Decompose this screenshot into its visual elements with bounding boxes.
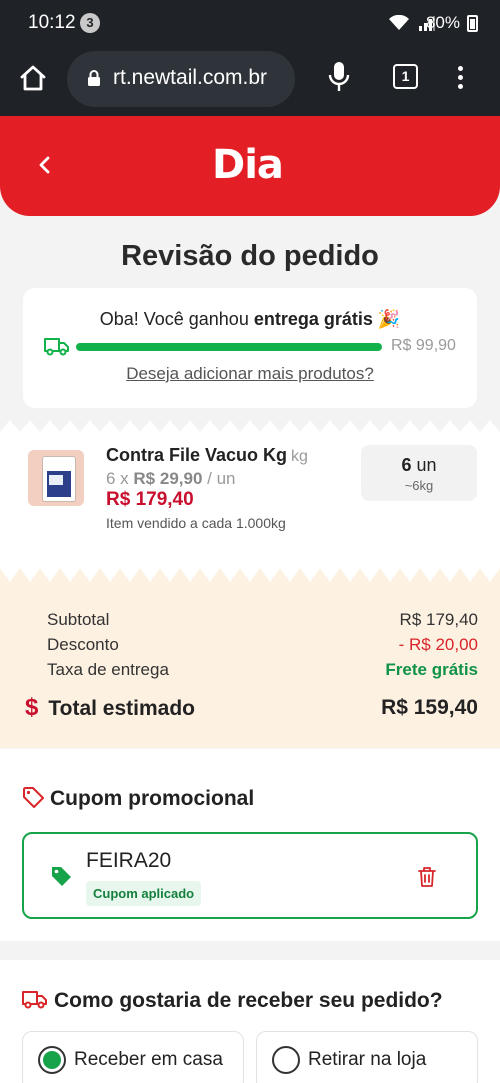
quantity-unit: un [411, 455, 437, 475]
add-more-products-link[interactable]: Deseja adicionar mais produtos? [23, 364, 477, 384]
app-header: Dia [0, 116, 500, 216]
coupon-section-title: Cupom promocional [22, 786, 254, 811]
product-sale-note: Item vendido a cada 1.000kg [106, 515, 286, 531]
product-image [28, 450, 84, 506]
tag-outline-icon [23, 787, 44, 808]
discount-value: - R$ 20,00 [398, 635, 478, 654]
battery-percent: 80% [425, 13, 460, 32]
applied-coupon-card: FEIRA20 Cupom aplicado [22, 832, 478, 919]
coupon-code: FEIRA20 [86, 849, 172, 872]
browser-toolbar: rt.newtail.com.br 1 [0, 46, 500, 116]
discount-label: Desconto [47, 635, 119, 654]
discount-row: Desconto - R$ 20,00 [47, 635, 478, 655]
zigzag-divider-bottom [0, 568, 500, 582]
coupon-section: Cupom promocional FEIRA20 Cupom aplicado [0, 749, 500, 941]
dollar-icon: $ [25, 694, 39, 721]
product-total-price: R$ 179,40 [106, 489, 194, 510]
delivery-method-section: Como gostaria de receber seu pedido? Rec… [0, 960, 500, 1083]
product-price: R$ 29,90 [133, 469, 203, 488]
delivery-option-pickup[interactable]: Retirar na loja [256, 1031, 478, 1083]
page-title: Revisão do pedido [121, 240, 379, 272]
battery-icon [467, 15, 478, 32]
tag-filled-icon [52, 867, 71, 886]
free-shipping-progress-bar [76, 343, 382, 351]
status-bar: 10:12 3 80% [0, 0, 500, 46]
url-bar[interactable]: rt.newtail.com.br [67, 51, 295, 107]
estimated-total-value: R$ 159,40 [381, 696, 478, 719]
product-price-suffix: / un [202, 469, 236, 488]
subtotal-label: Subtotal [47, 610, 110, 629]
subtotal-row: Subtotal R$ 179,40 [47, 610, 478, 630]
product-qty-prefix: 6 x [106, 469, 134, 488]
status-time: 10:12 [28, 12, 76, 33]
product-name-text: Contra File Vacuo Kg [106, 445, 288, 465]
delivery-fee-value: Frete grátis [385, 660, 478, 679]
party-emoji: 🎉 [372, 309, 401, 329]
overflow-menu-icon[interactable] [450, 62, 472, 92]
tab-switcher-button[interactable]: 1 [393, 64, 418, 89]
free-shipping-message: Oba! Você ganhou entrega grátis 🎉 [23, 309, 477, 330]
back-arrow-icon[interactable] [28, 148, 62, 182]
free-shipping-threshold: R$ 99,90 [391, 337, 456, 354]
subtotal-value: R$ 179,40 [399, 610, 478, 629]
free-shipping-card: Oba! Você ganhou entrega grátis 🎉 R$ 99,… [23, 288, 477, 408]
product-unit: kg [291, 448, 308, 465]
microphone-icon[interactable] [327, 60, 351, 94]
truck-outline-icon [22, 991, 47, 1009]
coupon-applied-badge: Cupom aplicado [86, 881, 202, 906]
brand-logo: Dia [212, 142, 284, 188]
trash-icon[interactable] [417, 866, 437, 888]
product-name: Contra File Vacuo Kg kg [106, 445, 308, 466]
delivery-fee-label: Taxa de entrega [47, 660, 169, 679]
delivery-fee-row: Taxa de entrega Frete grátis [47, 660, 478, 680]
coupon-title-text: Cupom promocional [50, 787, 255, 810]
lock-icon [88, 70, 100, 86]
delivery-option-label: Receber em casa [74, 1049, 223, 1070]
home-icon[interactable] [18, 63, 48, 93]
wifi-icon [389, 15, 410, 31]
quantity-value: 6 un [361, 455, 477, 476]
delivery-truck-icon [44, 338, 69, 356]
quantity-number: 6 [401, 455, 412, 475]
delivery-title-text: Como gostaria de receber seu pedido? [54, 989, 443, 1012]
radio-unselected-icon[interactable] [272, 1046, 300, 1074]
estimated-total-row: $ Total estimado R$ 159,40 [25, 694, 478, 722]
quantity-weight: ~6kg [404, 478, 434, 493]
delivery-option-label: Retirar na loja [308, 1049, 427, 1070]
estimated-total-label: Total estimado [48, 697, 195, 720]
radio-selected-icon[interactable] [38, 1046, 66, 1074]
product-unit-price: 6 x R$ 29,90 / un [106, 469, 236, 489]
delivery-section-title: Como gostaria de receber seu pedido? [22, 988, 443, 1013]
delivery-option-home[interactable]: Receber em casa [22, 1031, 244, 1083]
cart-item: Contra File Vacuo Kg kg 6 x R$ 29,90 / un… [0, 420, 500, 574]
notification-count-badge: 3 [80, 13, 100, 33]
url-text: rt.newtail.com.br [113, 66, 268, 89]
quantity-selector[interactable]: 6 un ~6kg [361, 445, 477, 501]
order-summary: Subtotal R$ 179,40 Desconto - R$ 20,00 T… [0, 582, 500, 748]
zigzag-divider [0, 420, 500, 432]
free-shipping-prefix: Oba! Você ganhou [99, 309, 254, 329]
free-shipping-highlight: entrega grátis [253, 309, 373, 329]
